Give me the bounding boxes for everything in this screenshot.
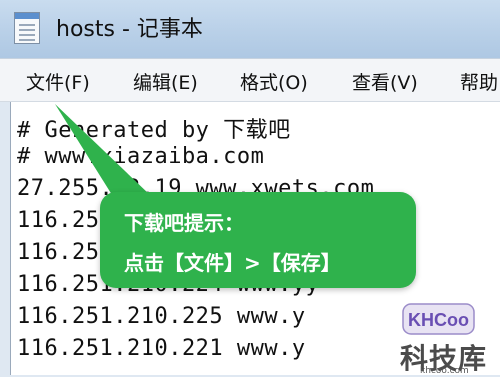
- notepad-icon: [14, 12, 40, 44]
- text-line: # Generated by 下载吧: [17, 118, 291, 143]
- menu-bar: 文件(F) 编辑(E) 格式(O) 查看(V) 帮助: [0, 58, 500, 102]
- menu-help[interactable]: 帮助: [460, 68, 498, 95]
- window-title: hosts - 记事本: [56, 17, 203, 42]
- text-line: # www.xiazaiba.com: [17, 144, 265, 169]
- tip-body: 点击【文件】>【保存】: [124, 251, 341, 275]
- text-line: 116.251.210.221 www.y: [17, 336, 306, 361]
- menu-edit[interactable]: 编辑(E): [133, 68, 198, 95]
- tip-callout: 下载吧提示： 点击【文件】>【保存】: [100, 192, 416, 288]
- menu-file[interactable]: 文件(F): [26, 68, 90, 95]
- khcoo-logo: KHCoo: [402, 303, 475, 335]
- menu-format[interactable]: 格式(O): [240, 68, 308, 95]
- text-line: 116.251.210.225 www.y: [17, 304, 306, 329]
- menu-view[interactable]: 查看(V): [352, 68, 418, 95]
- tip-title: 下载吧提示：: [124, 211, 244, 235]
- title-bar: hosts - 记事本: [0, 0, 500, 58]
- svg-text:KHCoo: KHCoo: [408, 310, 469, 330]
